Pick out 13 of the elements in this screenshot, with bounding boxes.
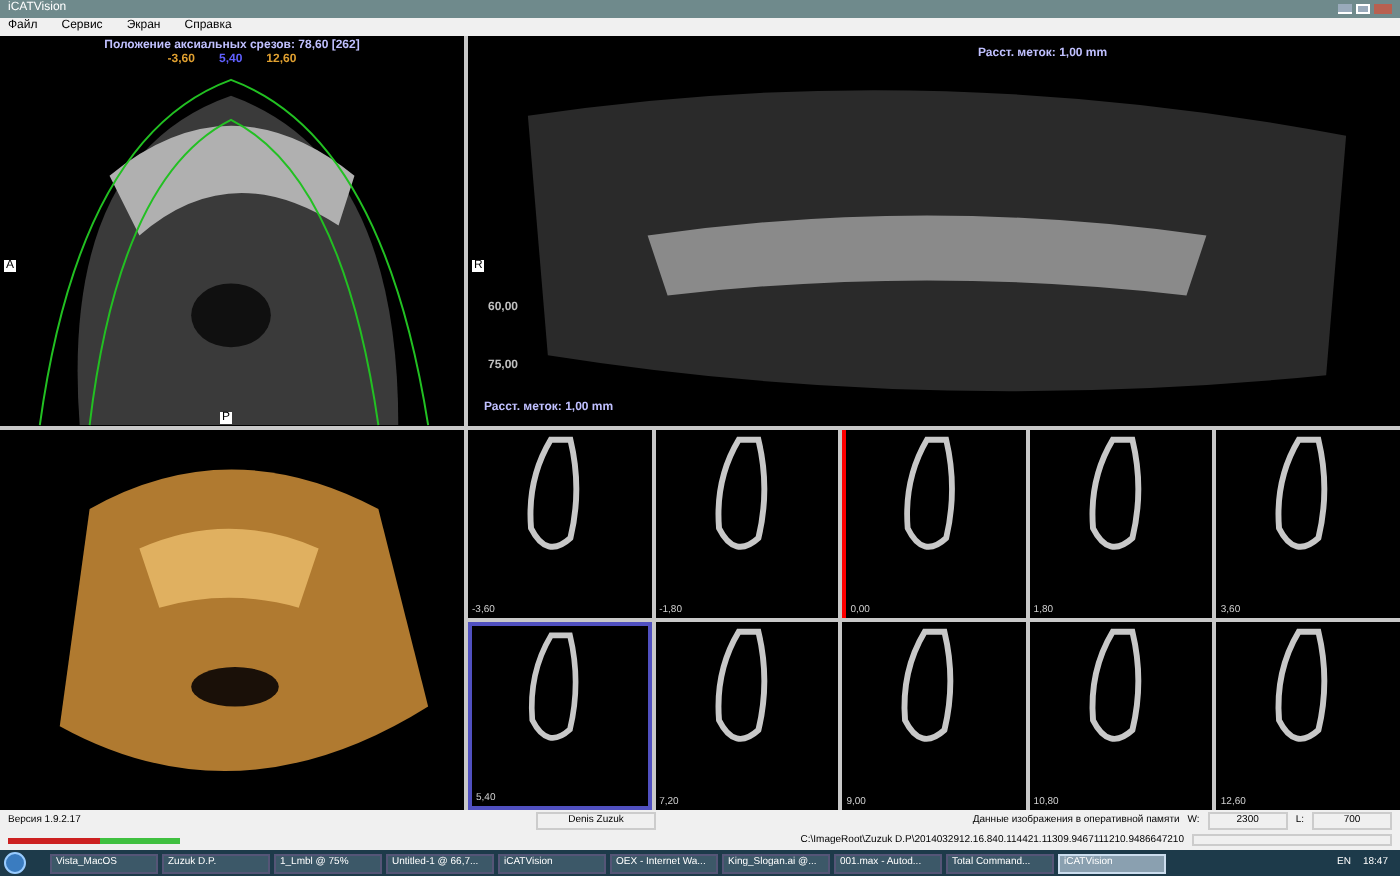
bone-outline	[1089, 628, 1141, 742]
bone-outline	[528, 632, 579, 741]
maximize-icon[interactable]	[1356, 3, 1370, 14]
bone-outline	[1276, 628, 1329, 742]
bone-outline	[1089, 435, 1141, 549]
bone-outline	[901, 628, 954, 742]
bone-outline	[904, 435, 956, 549]
bone-outline	[714, 435, 767, 549]
bone-outline	[1276, 435, 1329, 549]
bone-outline	[527, 435, 580, 549]
minimize-icon[interactable]	[1338, 3, 1352, 14]
start-icon[interactable]	[4, 852, 26, 875]
bone-outline	[714, 628, 767, 742]
